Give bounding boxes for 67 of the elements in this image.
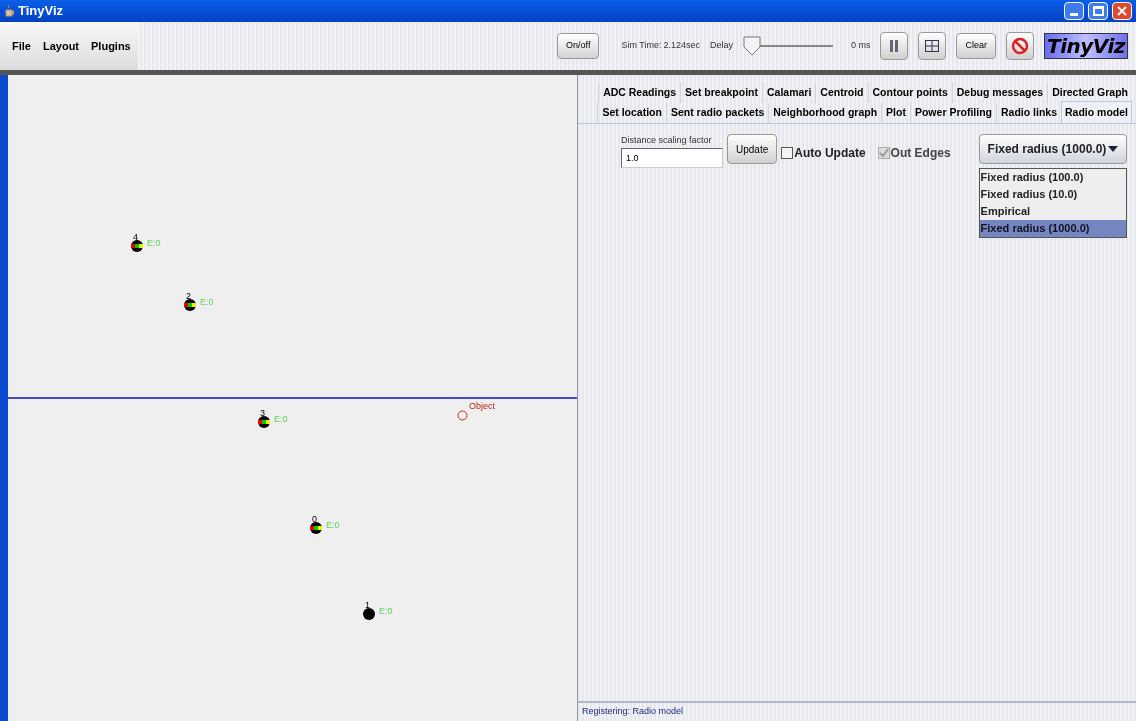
caret-icon: [1107, 146, 1118, 152]
dropdown-option[interactable]: Fixed radius (1000.0): [979, 220, 1126, 237]
prohibited-icon: [1011, 37, 1029, 55]
on-off-button[interactable]: On/off: [557, 33, 600, 59]
energy-label: E:0: [200, 298, 214, 307]
model-dropdown[interactable]: Fixed radius (1000.0): [978, 134, 1127, 164]
grid-button[interactable]: [918, 32, 947, 60]
mote-icon[interactable]: [131, 240, 143, 252]
sim-time-label: Sim Time:: [621, 39, 662, 53]
stop-button[interactable]: [1006, 32, 1034, 60]
tab[interactable]: ADC Readings: [598, 83, 681, 103]
clear-button[interactable]: Clear: [956, 33, 996, 59]
mote-icon[interactable]: [310, 522, 322, 534]
logo: TinyViz: [1044, 33, 1128, 59]
dropdown-option[interactable]: Fixed radius (10.0): [979, 186, 1126, 203]
mote-id: 4: [133, 233, 138, 242]
mote-id: 3: [260, 409, 265, 418]
object-label: Object: [469, 402, 495, 411]
delay-label: Delay: [709, 39, 733, 53]
slider-thumb[interactable]: [742, 36, 761, 56]
window-title: TinyViz: [18, 2, 64, 21]
object-icon[interactable]: [457, 410, 468, 421]
pause-button[interactable]: [880, 32, 909, 60]
mote-icon[interactable]: [363, 608, 375, 620]
tab[interactable]: Centroid: [815, 83, 868, 103]
cup-icon: [4, 4, 14, 18]
tab[interactable]: Plot: [881, 103, 910, 123]
dropdown-option[interactable]: Empirical: [979, 203, 1126, 220]
energy-label: E:0: [379, 607, 393, 616]
tab[interactable]: Set location: [597, 103, 666, 123]
close-icon: [1117, 6, 1127, 16]
tab[interactable]: Calamari: [762, 83, 816, 103]
pause-icon: [889, 39, 900, 53]
field-label: Distance scaling factor: [621, 134, 713, 147]
checkbox-label: Out Edges: [890, 145, 951, 162]
minimize-button[interactable]: [1064, 2, 1084, 20]
delay-reading: 0 ms: [850, 39, 871, 53]
mote-id: 2: [186, 292, 191, 301]
tab[interactable]: Power Profiling: [909, 103, 996, 123]
tab[interactable]: Contour points: [867, 83, 952, 103]
checkbox-label: Auto Update: [794, 145, 866, 162]
tab[interactable]: Set breakpoint: [680, 83, 762, 103]
dropdown-option[interactable]: Fixed radius (100.0): [979, 169, 1126, 186]
energy-label: E:0: [147, 239, 161, 248]
mote-id: 1: [365, 601, 370, 610]
grid-icon: [925, 40, 940, 52]
sim-time-value: 2.124sec: [663, 39, 700, 53]
update-button[interactable]: Update: [727, 134, 778, 164]
mote-icon[interactable]: [184, 299, 196, 311]
tab[interactable]: Radio links: [995, 103, 1061, 123]
energy-label: E:0: [326, 521, 340, 530]
menu-item[interactable]: Layout: [42, 37, 79, 55]
tab[interactable]: Radio model: [1061, 101, 1132, 123]
tab[interactable]: Debug messages: [951, 83, 1048, 103]
close-button[interactable]: [1112, 2, 1132, 20]
mote-id: 0: [312, 515, 317, 524]
status-bar: Registering: Radio model: [578, 701, 1136, 721]
menu-item[interactable]: Plugins: [91, 37, 131, 55]
tab[interactable]: Neighborhood graph: [768, 103, 882, 123]
tab[interactable]: Sent radio packets: [665, 103, 769, 123]
delay-slider[interactable]: [742, 36, 833, 56]
menu-item[interactable]: File: [12, 37, 31, 55]
scaling-factor-field[interactable]: 1.0: [621, 147, 723, 168]
maximize-button[interactable]: [1088, 2, 1108, 20]
checkbox[interactable]: [781, 147, 794, 159]
energy-label: E:0: [274, 415, 288, 424]
mote-icon[interactable]: [258, 416, 270, 428]
